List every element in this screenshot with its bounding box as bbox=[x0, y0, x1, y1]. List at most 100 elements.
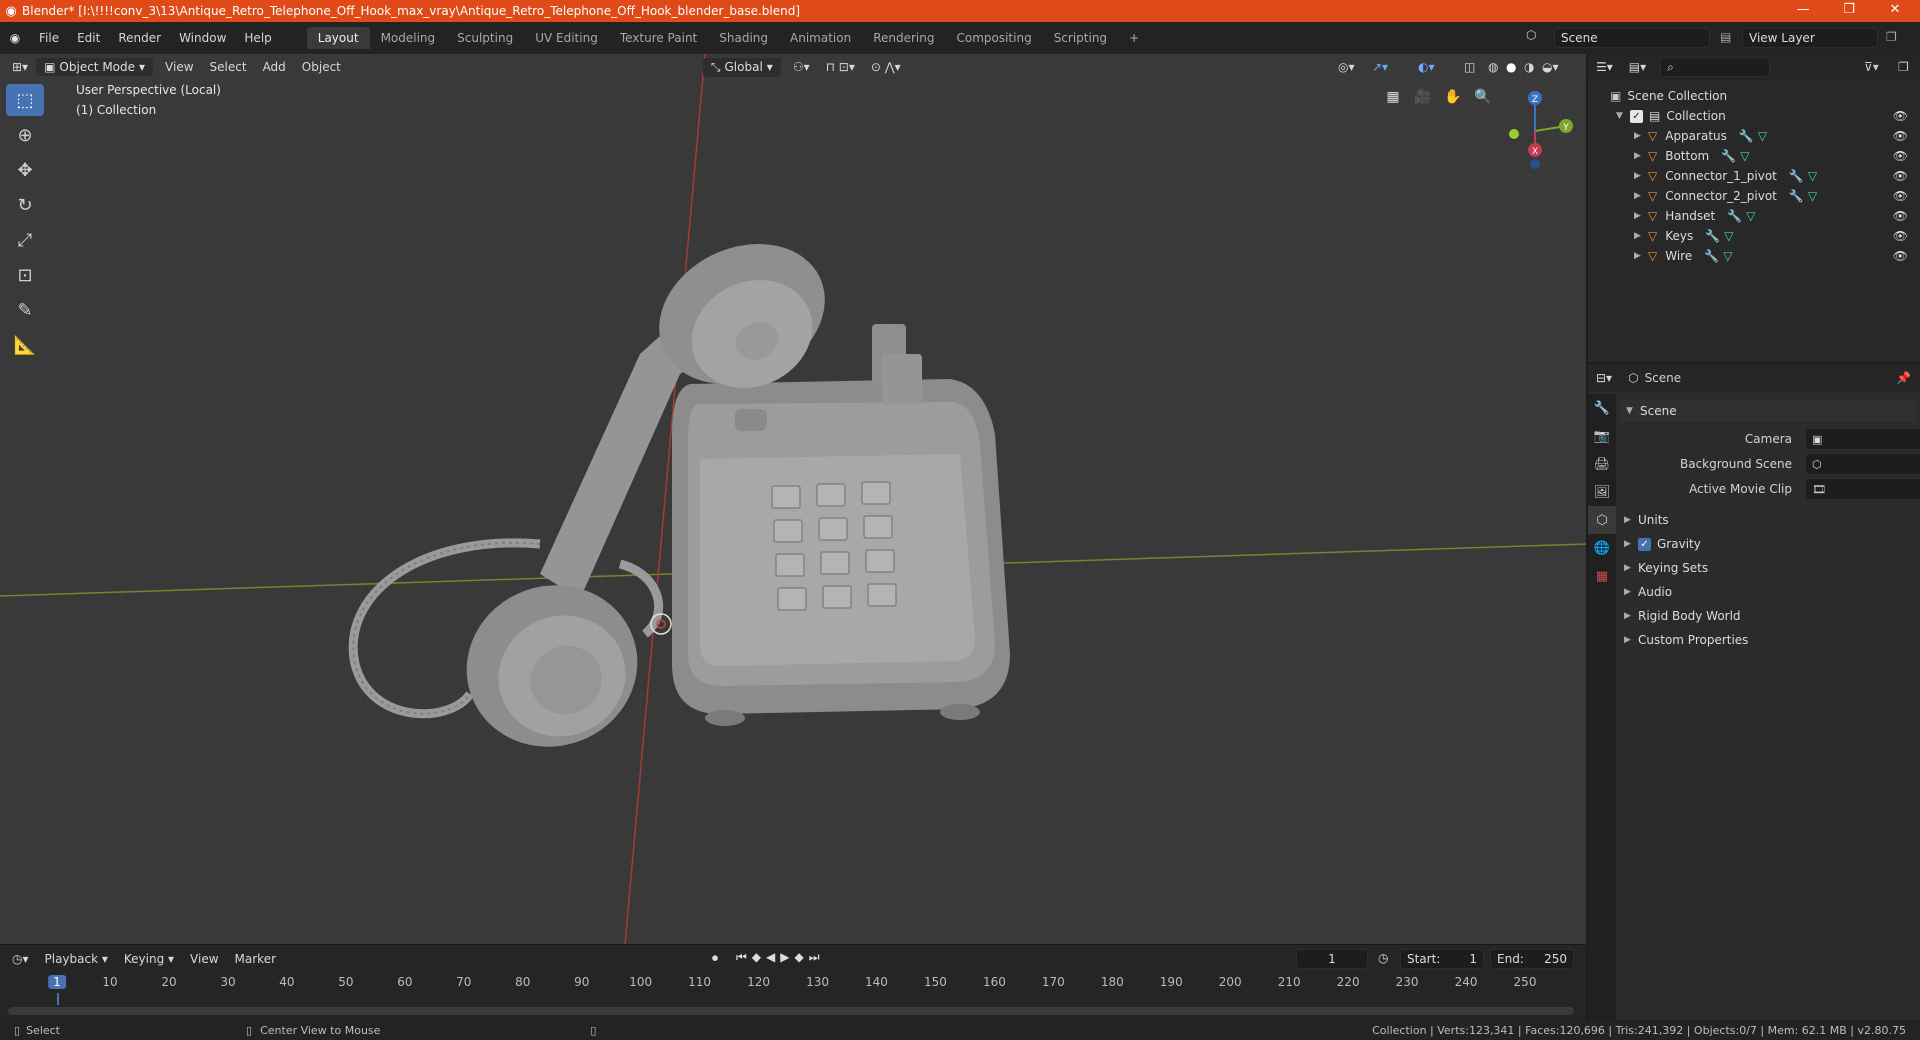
eye-icon[interactable]: 👁 bbox=[1893, 229, 1908, 243]
modifier-icon[interactable]: 🔧 bbox=[1704, 249, 1719, 263]
outliner-editor-type-icon[interactable]: ☰▾ bbox=[1588, 58, 1621, 76]
rendered-shading-icon[interactable]: ◒▾ bbox=[1534, 58, 1567, 76]
eye-icon[interactable]: 👁 bbox=[1893, 169, 1908, 183]
gizmo-icon[interactable]: ↗▾ bbox=[1364, 58, 1396, 76]
transform-tool-icon[interactable]: ⊡ bbox=[6, 259, 44, 291]
outliner-object-row[interactable]: ▶ ▽ Connector_2_pivot 🔧 ▽ 👁 bbox=[1588, 186, 1920, 206]
rigid-body-world-section[interactable]: ▶ Rigid Body World bbox=[1624, 605, 1914, 627]
end-frame-field[interactable]: End: 250 bbox=[1490, 949, 1574, 969]
current-frame-field[interactable]: 1 bbox=[1296, 949, 1368, 969]
keying-sets-section[interactable]: ▶ Keying Sets bbox=[1624, 557, 1914, 579]
view-layer-tab-icon[interactable]: 🖼 bbox=[1588, 478, 1616, 506]
timeline-scrollbar[interactable] bbox=[8, 1007, 1574, 1015]
tool-tab-icon[interactable]: 🔧 bbox=[1588, 394, 1616, 422]
proportional-edit-icon[interactable]: ⊙ ⋀▾ bbox=[863, 58, 909, 76]
scene-browse-icon[interactable]: ⬡ bbox=[1526, 28, 1536, 42]
mesh-data-icon[interactable]: ▽ bbox=[1723, 249, 1732, 263]
display-mode-icon[interactable]: ▤▾ bbox=[1621, 58, 1654, 76]
scene-collection-row[interactable]: ▣ Scene Collection bbox=[1588, 86, 1920, 106]
rotate-tool-icon[interactable]: ↻ bbox=[6, 189, 44, 221]
modifier-icon[interactable]: 🔧 bbox=[1789, 169, 1804, 183]
modifier-icon[interactable]: 🔧 bbox=[1705, 229, 1720, 243]
expand-triangle-icon[interactable]: ▼ bbox=[1616, 111, 1630, 121]
minimize-button[interactable]: — bbox=[1780, 0, 1826, 22]
mesh-data-icon[interactable]: ▽ bbox=[1724, 229, 1733, 243]
new-view-layer-icon[interactable]: ❐ bbox=[1886, 30, 1897, 44]
editor-type-icon[interactable]: ⊞▾ bbox=[0, 58, 36, 76]
measure-tool-icon[interactable]: 📐 bbox=[6, 329, 44, 361]
tab-rendering[interactable]: Rendering bbox=[862, 27, 945, 49]
mesh-data-icon[interactable]: ▽ bbox=[1758, 129, 1767, 143]
tab-layout[interactable]: Layout bbox=[306, 27, 370, 49]
gravity-checkbox[interactable]: ✓ bbox=[1638, 537, 1651, 551]
tab-sculpting[interactable]: Sculpting bbox=[446, 27, 524, 49]
eye-icon[interactable]: 👁 bbox=[1893, 209, 1908, 223]
menu-help[interactable]: Help bbox=[235, 31, 280, 45]
expand-triangle-icon[interactable]: ▶ bbox=[1634, 131, 1648, 141]
eye-icon[interactable]: 👁 bbox=[1893, 249, 1908, 263]
axis-gizmo[interactable]: Z Y X bbox=[1490, 86, 1580, 176]
menu-file[interactable]: File bbox=[30, 31, 68, 45]
render-tab-icon[interactable]: 📷 bbox=[1588, 422, 1616, 450]
tab-uv-editing[interactable]: UV Editing bbox=[524, 27, 609, 49]
expand-triangle-icon[interactable]: ▶ bbox=[1634, 211, 1648, 221]
collection-row[interactable]: ▼ ✓ ▤ Collection 👁 bbox=[1588, 106, 1920, 126]
view-layer-selector[interactable]: View Layer bbox=[1742, 28, 1878, 48]
mesh-data-icon[interactable]: ▽ bbox=[1808, 189, 1817, 203]
move-tool-icon[interactable]: ✥ bbox=[6, 154, 44, 186]
maximize-button[interactable]: ❐ bbox=[1826, 0, 1872, 22]
modifier-icon[interactable]: 🔧 bbox=[1721, 149, 1736, 163]
eye-icon[interactable]: 👁 bbox=[1893, 129, 1908, 143]
active-movie-clip-field[interactable]: 🎞 bbox=[1806, 479, 1920, 499]
scale-tool-icon[interactable]: ⤢ bbox=[6, 224, 44, 256]
add-workspace-button[interactable]: + bbox=[1118, 27, 1150, 49]
scene-properties-tab-icon[interactable]: ⬡ bbox=[1588, 506, 1616, 534]
blender-menu-icon[interactable]: ◉ bbox=[0, 31, 30, 45]
pivot-icon[interactable]: ⚇▾ bbox=[785, 58, 818, 76]
units-section[interactable]: ▶ Units bbox=[1624, 509, 1914, 531]
grid-toggle-icon[interactable]: ▦ bbox=[1380, 84, 1406, 110]
outliner-object-row[interactable]: ▶ ▽ Apparatus 🔧 ▽ 👁 bbox=[1588, 126, 1920, 146]
clock-icon[interactable]: ◷ bbox=[1378, 951, 1388, 965]
snap-icon[interactable]: ⊓ ⊡▾ bbox=[818, 58, 863, 76]
annotate-tool-icon[interactable]: ✎ bbox=[6, 294, 44, 326]
expand-triangle-icon[interactable]: ▶ bbox=[1634, 191, 1648, 201]
mesh-data-icon[interactable]: ▽ bbox=[1808, 169, 1817, 183]
menu-window[interactable]: Window bbox=[170, 31, 235, 45]
expand-triangle-icon[interactable]: ▶ bbox=[1634, 171, 1648, 181]
scene-selector[interactable]: Scene bbox=[1554, 28, 1710, 48]
tab-texture-paint[interactable]: Texture Paint bbox=[609, 27, 708, 49]
outliner-object-row[interactable]: ▶ ▽ Bottom 🔧 ▽ 👁 bbox=[1588, 146, 1920, 166]
expand-triangle-icon[interactable]: ▶ bbox=[1634, 231, 1648, 241]
mesh-data-icon[interactable]: ▽ bbox=[1740, 149, 1749, 163]
custom-properties-section[interactable]: ▶ Custom Properties bbox=[1624, 629, 1914, 651]
record-icon[interactable]: ⏺ bbox=[712, 951, 718, 966]
mesh-data-icon[interactable]: ▽ bbox=[1746, 209, 1755, 223]
select-box-tool-icon[interactable]: ⬚ bbox=[6, 84, 44, 116]
playhead-line[interactable] bbox=[57, 993, 59, 1005]
tab-scripting[interactable]: Scripting bbox=[1043, 27, 1118, 49]
properties-editor-type-icon[interactable]: ⊟▾ bbox=[1588, 369, 1620, 387]
menu-add[interactable]: Add bbox=[255, 58, 294, 76]
cursor-tool-icon[interactable]: ⊕ bbox=[6, 119, 44, 151]
timeline-editor-type-icon[interactable]: ◷▾ bbox=[0, 950, 37, 968]
menu-edit[interactable]: Edit bbox=[68, 31, 109, 45]
outliner-search-input[interactable]: ⌕ bbox=[1660, 57, 1771, 77]
collection-checkbox[interactable]: ✓ bbox=[1630, 109, 1643, 123]
3d-viewport[interactable]: ⊞▾ ▣ Object Mode ▾ View Select Add Objec… bbox=[0, 54, 1586, 944]
new-collection-icon[interactable]: ❐ bbox=[1898, 60, 1909, 74]
visibility-icon[interactable]: ◎▾ bbox=[1330, 58, 1363, 76]
eye-icon[interactable]: 👁 bbox=[1893, 189, 1908, 203]
modifier-icon[interactable]: 🔧 bbox=[1727, 209, 1742, 223]
tab-compositing[interactable]: Compositing bbox=[945, 27, 1042, 49]
world-tab-icon[interactable]: 🌐 bbox=[1588, 534, 1616, 562]
outliner-object-row[interactable]: ▶ ▽ Handset 🔧 ▽ 👁 bbox=[1588, 206, 1920, 226]
pin-icon[interactable]: 📌 bbox=[1896, 371, 1911, 385]
gravity-section[interactable]: ▶ ✓ Gravity bbox=[1624, 533, 1914, 555]
menu-select[interactable]: Select bbox=[202, 58, 255, 76]
view-layer-icon[interactable]: ▤ bbox=[1720, 30, 1731, 44]
modifier-icon[interactable]: 🔧 bbox=[1789, 189, 1804, 203]
scene-panel-header[interactable]: ▼ Scene bbox=[1620, 400, 1916, 422]
playback-controls[interactable]: ⏮◆◀▶◆⏭ bbox=[736, 950, 825, 965]
menu-playback[interactable]: Playback ▾ bbox=[37, 950, 116, 968]
